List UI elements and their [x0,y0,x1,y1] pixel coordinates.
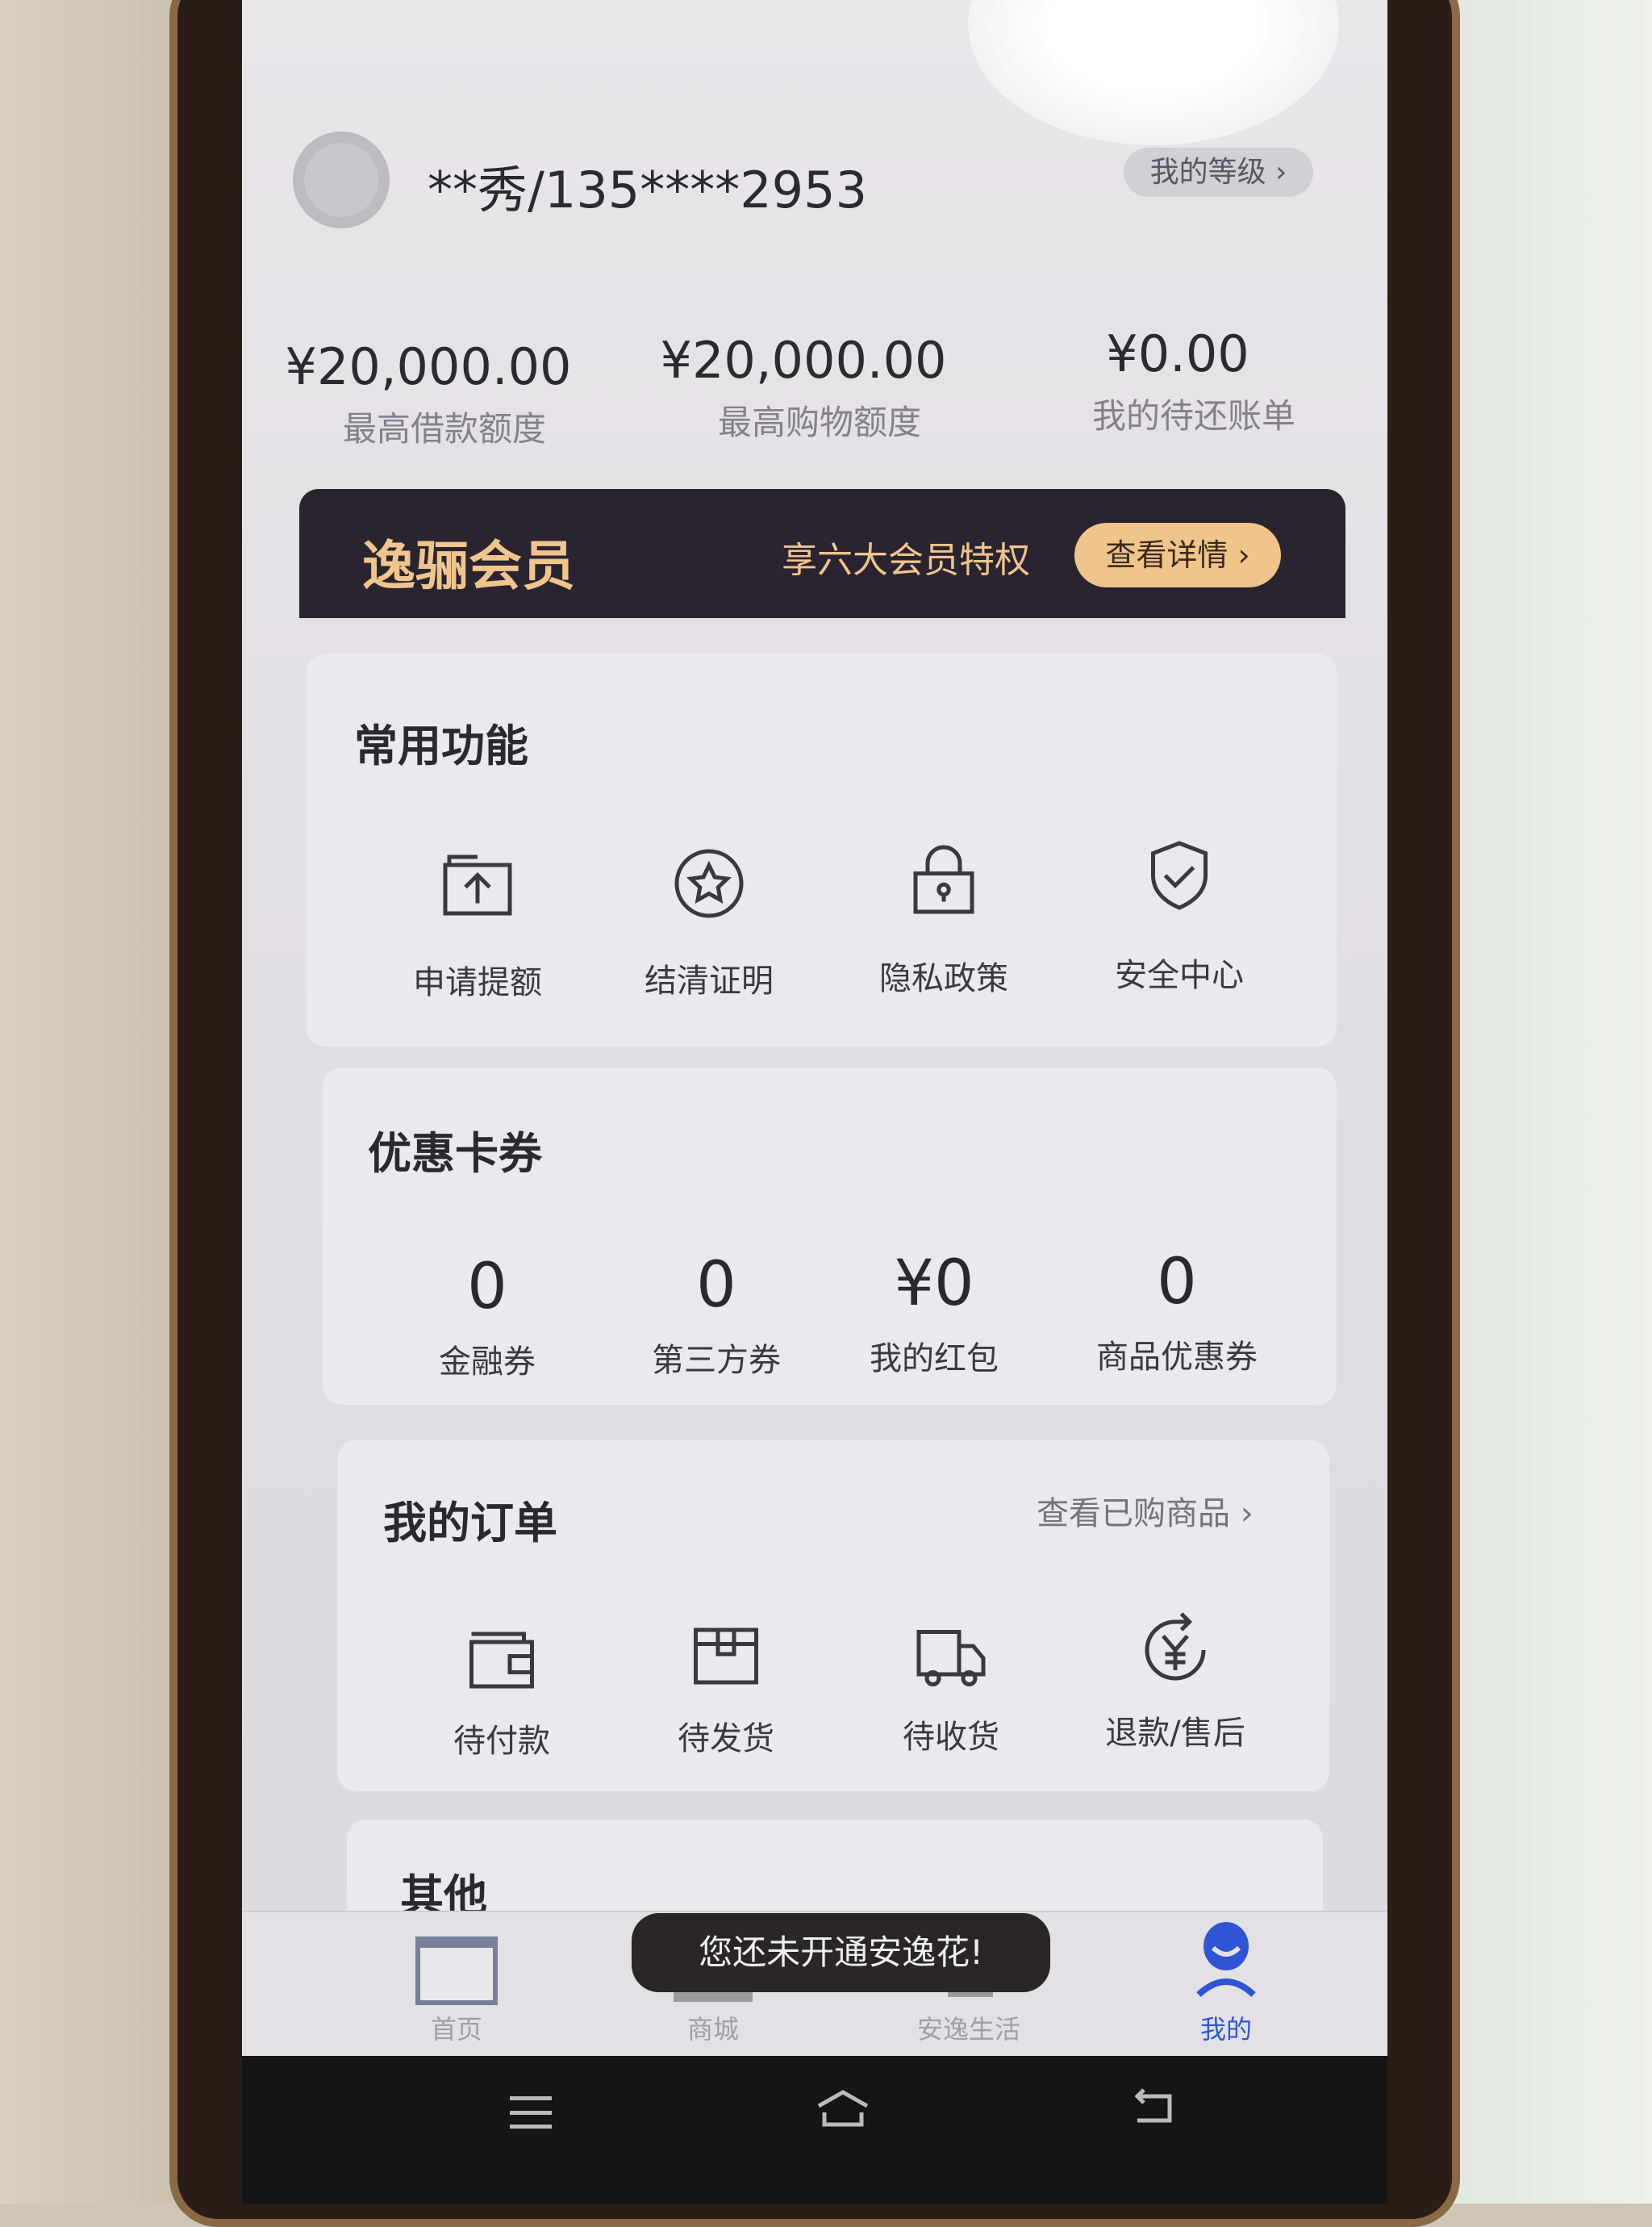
common-functions-title: 常用功能 [354,721,528,771]
tab-mall[interactable]: 商城 [687,2009,739,2046]
shield-check-icon[interactable] [1139,835,1220,919]
system-nav-bar [242,2056,1387,2204]
back-button[interactable] [1129,2088,1178,2129]
light-glare [968,0,1339,145]
refund-after-sales[interactable]: 退款/售后 [1105,1707,1245,1753]
view-purchased-link[interactable]: 查看已购商品 › [1037,1487,1254,1534]
membership-promo: 享六大会员特权 [782,540,1030,581]
wallet-icon[interactable] [461,1618,542,1702]
membership-title: 逸骊会员 [362,535,575,597]
pending-payment[interactable]: 待付款 [453,1715,550,1761]
tab-anyi-life[interactable]: 安逸生活 [917,2009,1020,2046]
tab-mine[interactable]: 我的 [1200,2009,1252,2046]
settlement-certificate[interactable]: 结清证明 [645,955,774,1001]
upload-box-icon[interactable] [437,845,518,929]
refund-icon[interactable] [1135,1610,1216,1694]
star-circle-icon[interactable] [669,843,749,927]
orders-title: 我的订单 [383,1498,557,1548]
shopping-limit-amount: ¥20,000.00 [660,331,947,390]
apply-limit-increase[interactable]: 申请提额 [413,956,542,1003]
pending-shipment[interactable]: 待发货 [678,1712,774,1759]
home-button[interactable] [815,2088,871,2129]
third-party-coupon-count[interactable]: 0 [696,1249,736,1322]
security-center[interactable]: 安全中心 [1115,949,1244,996]
coupons-title: 优惠卡券 [368,1128,542,1179]
my-level-button[interactable]: 我的等级 › [1124,148,1313,197]
third-party-coupon-label[interactable]: 第三方券 [652,1334,781,1381]
lock-icon[interactable] [903,839,984,923]
pending-bill-amount[interactable]: ¥0.00 [1106,324,1249,383]
toast-message: 您还未开通安逸花! [632,1913,1050,1992]
membership-banner[interactable]: 逸骊会员 享六大会员特权 查看详情 › [299,489,1345,618]
pending-bill-label[interactable]: 我的待还账单 [1092,389,1295,438]
view-details-button[interactable]: 查看详情 › [1074,523,1281,587]
tab-home[interactable]: 首页 [431,2009,482,2046]
home-icon[interactable] [415,1937,498,2005]
red-packet-amount[interactable]: ¥0 [894,1247,974,1320]
loan-limit-label: 最高借款额度 [342,409,547,449]
user-name-link[interactable]: **秀/135****2953 [428,149,867,222]
finance-coupon-label[interactable]: 金融券 [439,1335,536,1382]
product-coupon-count[interactable]: 0 [1157,1246,1197,1318]
package-icon[interactable] [686,1614,766,1698]
product-coupon-label[interactable]: 商品优惠券 [1096,1331,1258,1377]
finance-coupon-count[interactable]: 0 [467,1251,507,1323]
menu-button[interactable] [510,2096,552,2129]
profile-icon[interactable] [1194,1920,1258,2001]
shopping-limit-label: 最高购物额度 [717,403,922,442]
loan-limit-amount: ¥20,000.00 [285,337,572,396]
truck-icon[interactable] [911,1614,991,1698]
phone-screen: **秀/135****2953 我的等级 › ¥20,000.00 最高借款额度… [242,0,1387,2056]
pending-receipt[interactable]: 待收货 [903,1711,999,1757]
red-packet-label[interactable]: 我的红包 [870,1332,999,1379]
privacy-policy[interactable]: 隐私政策 [879,952,1008,999]
avatar[interactable] [293,132,390,228]
